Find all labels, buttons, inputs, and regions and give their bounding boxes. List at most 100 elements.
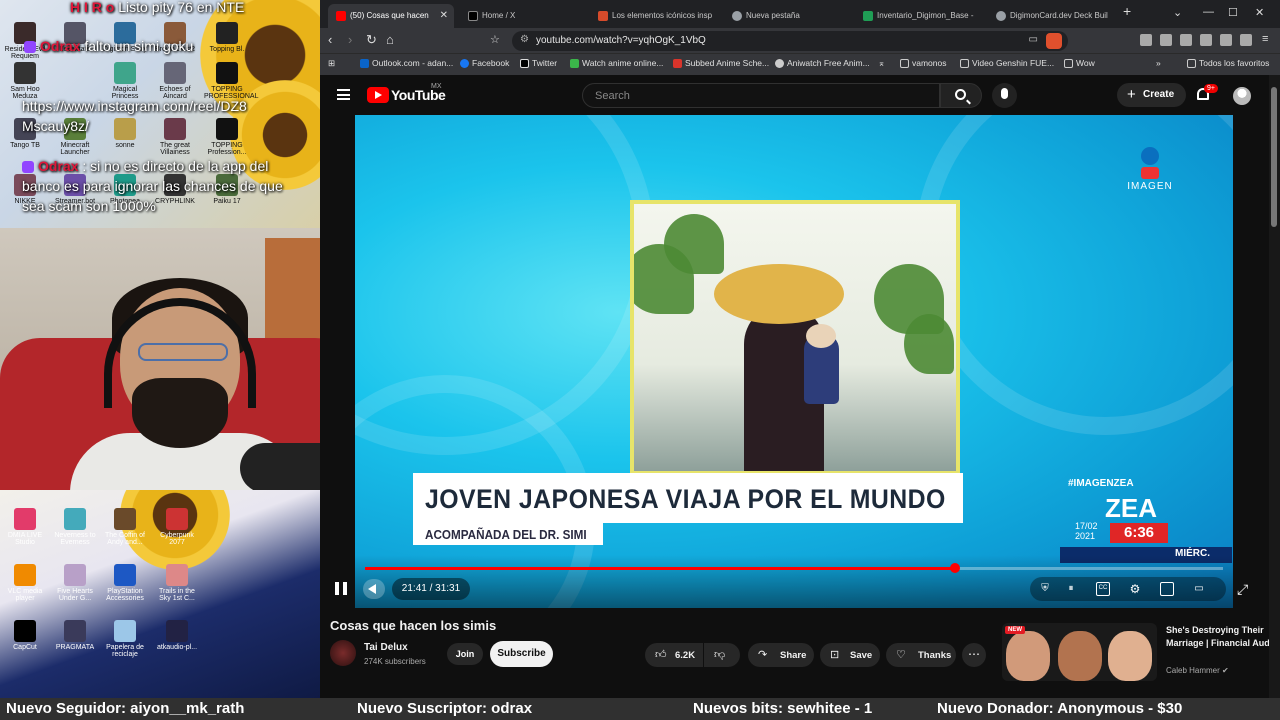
reload-icon[interactable]: ↻ — [366, 32, 377, 48]
minimize-icon[interactable]: — — [1203, 6, 1214, 18]
dislike-button[interactable]: 👎︎ — [704, 643, 740, 667]
twitch-badge-icon — [22, 161, 34, 174]
bookmark-folder-genshin[interactable]: Video Genshin FUE... — [960, 58, 1054, 68]
show-name: ZEA — [1105, 493, 1157, 523]
search-input[interactable]: Search — [582, 83, 940, 108]
news-photo — [634, 204, 956, 471]
progress-bar[interactable] — [365, 563, 1223, 573]
desktop-icon[interactable]: Neverness to Everness — [52, 508, 98, 546]
miniplayer-icon[interactable] — [1160, 582, 1174, 596]
desktop-icon[interactable]: Sam Hoo Meduza — [2, 62, 48, 100]
desktop-icon[interactable]: PRAGMATA — [52, 620, 98, 651]
desktop-icon-label: CapCut — [13, 644, 37, 651]
desktop-icon[interactable]: TOPPING PROFESSIONAL — [204, 62, 258, 100]
video-player[interactable]: IMAGEN JOVEN JAPONESA VIAJA POR EL MUNDO… — [355, 115, 1233, 608]
desktop-icon[interactable]: Echoes of Aincard — [152, 62, 198, 100]
apps-icon[interactable]: ⊞ — [328, 58, 335, 69]
save-button[interactable]: ⊡ Save — [820, 643, 880, 667]
voice-search-icon[interactable] — [992, 83, 1017, 108]
new-tab-button[interactable]: + — [1123, 3, 1131, 19]
close-tab-icon[interactable]: ✕ — [440, 10, 448, 21]
cast-icon[interactable]: ▭ — [1192, 582, 1206, 596]
thanks-button[interactable]: ♡ Thanks — [886, 643, 956, 667]
maximize-icon[interactable]: ☐ — [1228, 6, 1238, 19]
forward-icon[interactable]: › — [348, 32, 352, 47]
subtitles-icon[interactable]: CC — [1096, 582, 1110, 596]
extension-icon[interactable] — [1140, 34, 1152, 46]
bookmark-aniwatch[interactable]: Aniwatch Free Anim... — [775, 58, 870, 68]
recommended-video-thumbnail[interactable]: NEW — [1002, 623, 1157, 681]
page-scrollbar[interactable] — [1269, 75, 1280, 700]
site-info-icon[interactable]: ⚙ — [520, 34, 529, 45]
join-button[interactable]: Join — [447, 643, 483, 665]
desktop-icon-label: The Coffin of Andy and... — [105, 532, 145, 546]
bookmark-outlook[interactable]: Outlook.com - adan... — [360, 58, 453, 68]
bookmark-folder-wow[interactable]: Wow — [1064, 58, 1095, 68]
bookmark-star-icon[interactable]: ☆ — [490, 33, 500, 46]
bookmark-extra-icon[interactable]: ⌅ — [878, 58, 885, 69]
pause-icon[interactable] — [335, 582, 347, 595]
brave-shield-icon[interactable] — [1046, 33, 1062, 49]
bookmark-subbed-anime[interactable]: Subbed Anime Sche... — [673, 58, 769, 68]
tab-label: Los elementos icónicos insp — [612, 11, 713, 20]
account-avatar[interactable] — [1233, 87, 1251, 105]
search-button[interactable] — [940, 83, 982, 108]
address-bar[interactable]: ⚙ youtube.com/watch?v=yqhOgK_1VbQ ▭ — [512, 31, 1068, 51]
puzzle-icon[interactable] — [1160, 34, 1172, 46]
tab-youtube[interactable]: (50) Cosas que hacen ✕ — [328, 4, 454, 28]
fullscreen-icon[interactable]: ⤢ — [1237, 581, 1248, 598]
show-hashtag: #IMAGENZEA — [1068, 478, 1134, 489]
tab-x[interactable]: Home / X — [460, 4, 588, 28]
music-icon[interactable] — [1180, 34, 1192, 46]
desktop-icon[interactable]: PlayStation Accessories — [102, 564, 148, 602]
tab-sheets[interactable]: Inventario_Digimon_Base - — [855, 4, 983, 28]
channel-avatar[interactable] — [330, 640, 356, 666]
menu-icon[interactable]: ≡ — [1262, 33, 1268, 45]
desktop-icon[interactable]: CapCut — [2, 620, 48, 651]
bookmark-watch-anime[interactable]: Watch anime online... — [570, 58, 663, 68]
scrollbar-thumb[interactable] — [1271, 87, 1277, 227]
sidebar-icon[interactable] — [1200, 34, 1212, 46]
home-icon[interactable]: ⌂ — [386, 32, 394, 47]
autoplay-toggle-icon[interactable]: ⏸ — [1064, 582, 1078, 596]
recycle-bin-icon[interactable]: Papelera de reciclaje — [102, 620, 148, 658]
desktop-icon[interactable]: Cyberpunk 2077 — [154, 508, 200, 546]
bookmarks-overflow-button[interactable]: » — [1156, 58, 1161, 68]
shield-extension-icon[interactable]: ⛨ — [1038, 582, 1052, 596]
close-window-icon[interactable]: ✕ — [1255, 6, 1264, 19]
tab-digimon[interactable]: DigimonCard.dev Deck Buil — [988, 4, 1116, 28]
all-favorites-folder[interactable]: Todos los favoritos — [1187, 58, 1269, 68]
bookmark-twitter[interactable]: Twitter — [520, 58, 557, 68]
hamburger-menu-icon[interactable] — [337, 89, 350, 100]
tab-label: DigimonCard.dev Deck Buil — [1010, 11, 1108, 20]
bookmark-folder-vamonos[interactable]: vamonos — [900, 58, 947, 68]
channel-name[interactable]: Tai Delux — [364, 642, 408, 653]
desktop-icon-label: DMIA LIVE Studio — [7, 532, 43, 546]
vpn-shield-icon[interactable] — [1240, 34, 1252, 46]
tab-new[interactable]: Nueva pestaña — [724, 4, 852, 28]
tab-label: (50) Cosas que hacen — [350, 11, 429, 20]
volume-icon[interactable] — [363, 579, 385, 599]
tab-elementos[interactable]: Los elementos icónicos insp — [590, 4, 718, 28]
back-icon[interactable]: ‹ — [328, 32, 332, 47]
more-actions-icon[interactable]: ⋯ — [962, 643, 986, 667]
install-app-icon[interactable]: ▭ — [1029, 34, 1038, 45]
desktop-icon[interactable]: Trails in the Sky 1st C... — [154, 564, 200, 602]
settings-gear-icon[interactable]: ⚙ — [1128, 582, 1142, 596]
desktop-icon[interactable]: The Coffin of Andy and... — [102, 508, 148, 546]
subscribe-button[interactable]: Subscribe — [490, 641, 553, 667]
desktop-icon[interactable]: DMIA LIVE Studio — [2, 508, 48, 546]
bookmark-facebook[interactable]: Facebook — [460, 58, 509, 68]
download-icon[interactable] — [1220, 34, 1232, 46]
recommended-video-title[interactable]: She's Destroying Their Marriage | Financ… — [1166, 624, 1276, 650]
desktop-icon[interactable]: Five Hearts Under G... — [52, 564, 98, 602]
desktop-icon[interactable]: atkaudio-pl... — [154, 620, 200, 651]
tab-search-icon[interactable]: ⌄ — [1173, 6, 1182, 19]
like-button[interactable]: 👍︎ 6.2K — [645, 643, 703, 667]
desktop-icon[interactable]: Topping Bl. — [204, 22, 250, 53]
create-button[interactable]: + Create — [1117, 83, 1186, 107]
desktop-icon[interactable]: VLC media player — [2, 564, 48, 602]
desktop-icon-label: Trails in the Sky 1st C... — [159, 588, 195, 602]
share-button[interactable]: ↷ Share — [748, 643, 814, 667]
desktop-icon[interactable]: Magical Princess — [102, 62, 148, 100]
